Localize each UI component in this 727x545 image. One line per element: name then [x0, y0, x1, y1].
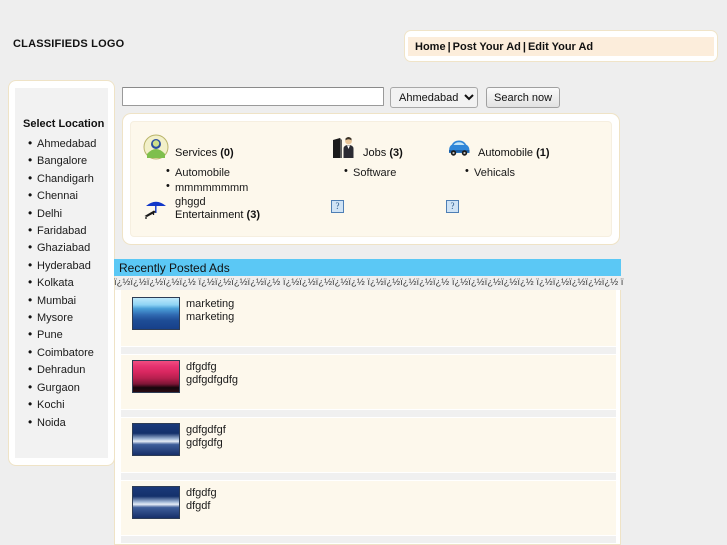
sidebar-item-ahmedabad[interactable]: Ahmedabad	[28, 135, 96, 153]
category-name-services: Services (0)	[175, 147, 234, 159]
ad-thumbnail[interactable]	[132, 423, 180, 456]
sidebar-item-coimbatore[interactable]: Coimbatore	[28, 344, 96, 362]
category-header-automobile[interactable]: Automobile (1)	[446, 134, 606, 166]
location-sidebar-inner: Select Location AhmedabadBangaloreChandi…	[15, 88, 108, 458]
ad-separator	[121, 409, 616, 418]
ad-text: dfgdfg dfgdf	[186, 487, 217, 513]
ad-title[interactable]: dfgdfg	[186, 361, 238, 374]
sidebar-item-mumbai[interactable]: Mumbai	[28, 292, 96, 310]
categories-panel: Services (0) Automobilemmmmmmmmghggd	[122, 113, 620, 245]
ad-title[interactable]: dfgdfg	[186, 487, 217, 500]
ad-thumbnail[interactable]	[132, 360, 180, 393]
sidebar-item-noida[interactable]: Noida	[28, 413, 96, 432]
sidebar-item-kolkata[interactable]: Kolkata	[28, 274, 96, 292]
sidebar-item-dehradun[interactable]: Dehradun	[28, 361, 96, 379]
ad-list-item[interactable]: dfgdfg dfgdf	[121, 481, 616, 535]
sidebar-title: Select Location	[23, 118, 105, 130]
location-sidebar: Select Location AhmedabadBangaloreChandi…	[8, 80, 115, 466]
location-list: AhmedabadBangaloreChandigarhChennaiDelhi…	[15, 135, 96, 432]
top-navigation: Home | Post Your Ad | Edit Your Ad	[404, 30, 718, 62]
services-icon	[143, 134, 169, 160]
recent-ads-list-inner: marketing marketing dfgdfg gdfgdfgdfg gdfgdf…	[121, 290, 616, 544]
ad-thumbnail[interactable]	[132, 486, 180, 519]
nav-link-edit-your-ad[interactable]: Edit Your Ad	[528, 41, 593, 53]
sidebar-item-gurgaon[interactable]: Gurgaon	[28, 379, 96, 397]
categories-panel-inner: Services (0) Automobilemmmmmmmmghggd	[130, 121, 612, 237]
sidebar-item-ghaziabad[interactable]: Ghaziabad	[28, 239, 96, 257]
search-bar: AhmedabadBangaloreChandigarhChennaiDelhi…	[122, 87, 561, 109]
encoding-garbage-text: ï¿½ï¿½ï¿½ï¿½ï¿½ ï¿½ï¿½ï¿½ï¿½ï¿½ ï¿½ï¿½ï¿…	[114, 277, 624, 288]
nav-strip: Home | Post Your Ad | Edit Your Ad	[408, 37, 714, 56]
ad-title[interactable]: marketing	[186, 298, 234, 311]
subcategory-item[interactable]: Vehicals	[465, 164, 606, 181]
sidebar-item-kochi[interactable]: Kochi	[28, 396, 96, 414]
broken-image-icon: ?	[331, 200, 344, 213]
broken-image-placeholder-automobile[interactable]: ?	[446, 200, 459, 213]
ad-text: gdfgdfgf gdfgdfg	[186, 424, 226, 450]
sidebar-item-chandigarh[interactable]: Chandigarh	[28, 170, 96, 188]
ad-list-item[interactable]: marketing marketing	[121, 292, 616, 346]
search-input[interactable]	[122, 87, 384, 106]
site-logo: CLASSIFIEDS LOGO	[13, 38, 125, 50]
subcategory-item[interactable]: Automobile	[166, 164, 333, 181]
ad-list-item[interactable]: dfgdfg gdfgdfgdfg	[121, 355, 616, 409]
ad-text: marketing marketing	[186, 298, 234, 324]
category-name-jobs: Jobs (3)	[363, 147, 403, 159]
nav-link-post-your-ad[interactable]: Post Your Ad	[453, 41, 521, 53]
broken-image-icon: ?	[446, 200, 459, 213]
category-column-automobile: Automobile (1) Vehicals	[446, 134, 606, 181]
category-name-automobile: Automobile (1)	[478, 147, 550, 159]
ad-description: gdfgdfgdfg	[186, 374, 238, 386]
ad-separator	[121, 535, 616, 544]
ad-thumbnail[interactable]	[132, 297, 180, 330]
ad-separator	[121, 346, 616, 355]
sidebar-item-bangalore[interactable]: Bangalore	[28, 152, 96, 170]
subcategory-list-automobile: Vehicals	[446, 164, 606, 181]
nav-link-home[interactable]: Home	[415, 41, 446, 53]
automobile-icon	[446, 134, 472, 160]
ad-title[interactable]: gdfgdfgf	[186, 424, 226, 437]
ad-description: dfgdf	[186, 500, 211, 512]
search-now-button[interactable]: Search now	[486, 87, 561, 108]
category-column-jobs: Jobs (3) Software	[331, 134, 441, 181]
recently-posted-ads-title: Recently Posted Ads	[119, 261, 230, 275]
ad-separator	[121, 472, 616, 481]
recent-ads-list: marketing marketing dfgdfg gdfgdfgdfg gdfgdf…	[114, 290, 621, 545]
sidebar-item-mysore[interactable]: Mysore	[28, 309, 96, 327]
subcategory-item[interactable]: mmmmmmmm	[166, 179, 333, 196]
category-header-services[interactable]: Services (0)	[143, 134, 333, 166]
ad-text: dfgdfg gdfgdfgdfg	[186, 361, 238, 387]
entertainment-icon	[143, 196, 171, 220]
ad-description: gdfgdfg	[186, 437, 223, 449]
page-header: CLASSIFIEDS LOGO Home | Post Your Ad | Edit …	[0, 0, 727, 72]
category-name-entertainment: Entertainment (3)	[175, 209, 260, 221]
ad-description: marketing	[186, 311, 235, 323]
subcategory-list-jobs: Software	[331, 164, 441, 181]
city-select[interactable]: AhmedabadBangaloreChandigarhChennaiDelhi…	[390, 87, 478, 108]
nav-separator-1: |	[447, 41, 451, 53]
sidebar-item-hyderabad[interactable]: Hyderabad	[28, 257, 96, 275]
nav-links: Home | Post Your Ad | Edit Your Ad	[415, 41, 593, 53]
broken-image-placeholder-jobs[interactable]: ?	[331, 200, 344, 213]
recently-posted-ads-header: Recently Posted Ads	[114, 259, 621, 276]
sidebar-item-faridabad[interactable]: Faridabad	[28, 222, 96, 240]
subcategory-item[interactable]: ghggd	[166, 193, 333, 210]
sidebar-item-chennai[interactable]: Chennai	[28, 187, 96, 205]
category-header-jobs[interactable]: Jobs (3)	[331, 134, 441, 166]
jobs-icon	[331, 134, 357, 160]
subcategory-list-services: Automobilemmmmmmmmghggd	[143, 164, 333, 210]
ad-list-item[interactable]: gdfgdfgf gdfgdfg	[121, 418, 616, 472]
category-column-services: Services (0) Automobilemmmmmmmmghggd	[143, 134, 333, 210]
subcategory-item[interactable]: Software	[344, 164, 441, 181]
sidebar-item-pune[interactable]: Pune	[28, 326, 96, 344]
nav-separator-2: |	[522, 41, 526, 53]
sidebar-item-delhi[interactable]: Delhi	[28, 205, 96, 223]
